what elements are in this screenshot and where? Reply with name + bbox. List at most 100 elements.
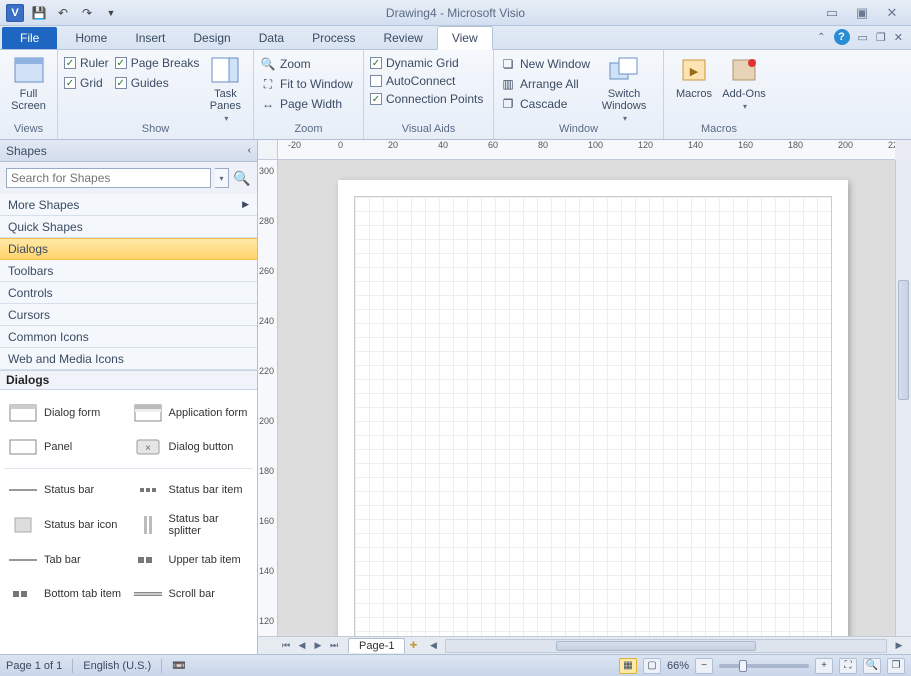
page-tab-1[interactable]: Page-1: [348, 638, 405, 653]
horizontal-scrollbar[interactable]: [445, 639, 887, 653]
hscroll-left[interactable]: ◀: [425, 638, 441, 654]
undo-button[interactable]: ↶: [52, 3, 74, 23]
tab-data[interactable]: Data: [245, 27, 298, 49]
close-icon: ✕: [887, 5, 898, 20]
switch-windows-button[interactable]: Switch Windows: [596, 52, 652, 123]
shape-bottom-tab-item[interactable]: Bottom tab item: [4, 577, 129, 611]
horizontal-ruler[interactable]: -20020406080100120140160180200220: [278, 140, 895, 160]
zoom-slider[interactable]: [719, 664, 809, 668]
page-width-button[interactable]: ↔Page Width: [260, 96, 353, 112]
vertical-scroll-thumb[interactable]: [898, 280, 909, 400]
mdi-close[interactable]: ✕: [894, 31, 903, 44]
stencil-dialogs[interactable]: Dialogs: [0, 238, 257, 260]
stencil-cursors[interactable]: Cursors: [0, 304, 257, 326]
tab-file[interactable]: File: [2, 27, 57, 49]
tab-insert[interactable]: Insert: [121, 27, 179, 49]
macro-record-button[interactable]: 📼: [172, 659, 186, 672]
new-window-button[interactable]: ❏New Window: [500, 56, 590, 72]
status-language[interactable]: English (U.S.): [83, 660, 151, 672]
page-nav-first[interactable]: ⏮: [278, 638, 294, 654]
stencil-quick-shapes[interactable]: Quick Shapes: [0, 216, 257, 238]
stencil-common-icons[interactable]: Common Icons: [0, 326, 257, 348]
ruler-checkbox[interactable]: ✓Ruler: [64, 56, 109, 70]
insert-page-button[interactable]: ✚: [405, 638, 421, 654]
tab-review[interactable]: Review: [369, 27, 436, 49]
stencil-web-media-icons[interactable]: Web and Media Icons: [0, 348, 257, 370]
save-button[interactable]: 💾: [28, 3, 50, 23]
page-nav-prev[interactable]: ◀: [294, 638, 310, 654]
shape-status-bar-splitter[interactable]: Status bar splitter: [129, 507, 254, 543]
arrange-all-button[interactable]: ▥Arrange All: [500, 76, 590, 92]
cascade-button[interactable]: ❐Cascade: [500, 96, 590, 112]
task-panes-button[interactable]: Task Panes: [205, 52, 245, 123]
page-nav-last[interactable]: ⏭: [326, 638, 342, 654]
pan-zoom-window-button[interactable]: 🔍: [863, 658, 881, 674]
redo-button[interactable]: ↷: [76, 3, 98, 23]
page-width-icon: ↔: [260, 96, 276, 112]
guides-checkbox[interactable]: ✓Guides: [115, 76, 200, 90]
shape-application-form[interactable]: Application form: [129, 396, 254, 430]
shape-status-bar[interactable]: Status bar: [4, 473, 129, 507]
shape-scroll-bar[interactable]: Scroll bar: [129, 577, 254, 611]
shape-status-bar-item[interactable]: Status bar item: [129, 473, 254, 507]
zoom-level[interactable]: 66%: [667, 660, 689, 672]
shape-panel[interactable]: Panel: [4, 430, 129, 464]
drawing-page[interactable]: [338, 180, 848, 636]
mdi-minimize[interactable]: ▭: [858, 31, 868, 44]
app-menu-button[interactable]: V: [4, 3, 26, 23]
view-fullscreen-button[interactable]: ▢: [643, 658, 661, 674]
canvas-viewport[interactable]: [278, 160, 895, 636]
macros-button[interactable]: ▶ Macros: [672, 52, 716, 100]
mdi-restore[interactable]: ❐: [876, 31, 886, 44]
close-button[interactable]: ✕: [883, 5, 901, 21]
shape-thumb-icon: [8, 436, 38, 458]
qat-customize[interactable]: ▼: [100, 3, 122, 23]
stencil-controls[interactable]: Controls: [0, 282, 257, 304]
page-nav-next[interactable]: ▶: [310, 638, 326, 654]
shapes-search-go[interactable]: 🔍: [233, 169, 251, 187]
shape-label: Panel: [44, 441, 72, 453]
stencil-more-shapes[interactable]: More Shapes▶: [0, 194, 257, 216]
zoom-button[interactable]: 🔍Zoom: [260, 56, 353, 72]
dynamic-grid-checkbox[interactable]: ✓Dynamic Grid: [370, 56, 483, 70]
shape-status-bar-icon[interactable]: Status bar icon: [4, 507, 129, 543]
ribbon-minimize-arrow[interactable]: ⌃: [817, 32, 825, 43]
vertical-ruler[interactable]: 300280260240220200180160140120: [258, 160, 278, 636]
addons-button[interactable]: Add-Ons: [722, 52, 766, 111]
shape-label: Scroll bar: [169, 588, 215, 600]
shape-dialog-button[interactable]: ×Dialog button: [129, 430, 254, 464]
page-grid: [354, 196, 832, 636]
horizontal-scroll-thumb[interactable]: [556, 641, 756, 651]
shapes-search-input[interactable]: [6, 168, 211, 188]
maximize-button[interactable]: ▣: [853, 5, 871, 21]
minimize-button[interactable]: ▭: [823, 5, 841, 21]
shapes-search-scope[interactable]: ▾: [215, 168, 229, 188]
zoom-slider-thumb[interactable]: [739, 660, 747, 672]
help-button[interactable]: ?: [834, 29, 850, 45]
grid-checkbox[interactable]: ✓Grid: [64, 76, 109, 90]
autoconnect-checkbox[interactable]: AutoConnect: [370, 74, 483, 88]
shape-tab-bar[interactable]: Tab bar: [4, 543, 129, 577]
page-breaks-checkbox[interactable]: ✓Page Breaks: [115, 56, 200, 70]
tab-view[interactable]: View: [437, 26, 493, 50]
group-label-show: Show: [64, 123, 247, 139]
zoom-out-button[interactable]: −: [695, 658, 713, 674]
shape-upper-tab-item[interactable]: Upper tab item: [129, 543, 254, 577]
connection-points-checkbox[interactable]: ✓Connection Points: [370, 92, 483, 106]
shapes-pane-collapse[interactable]: ‹: [248, 145, 251, 156]
tab-design[interactable]: Design: [179, 27, 244, 49]
tab-home[interactable]: Home: [61, 27, 121, 49]
tab-process[interactable]: Process: [298, 27, 369, 49]
page-tab-bar: ⏮ ◀ ▶ ⏭ Page-1 ✚ ◀ ▶: [258, 636, 911, 654]
shape-dialog-form[interactable]: Dialog form: [4, 396, 129, 430]
switch-windows-status-button[interactable]: ❐: [887, 658, 905, 674]
full-screen-button[interactable]: Full Screen: [7, 52, 51, 112]
fit-to-window-button[interactable]: ⛶Fit to Window: [260, 76, 353, 92]
stencil-toolbars[interactable]: Toolbars: [0, 260, 257, 282]
hscroll-right[interactable]: ▶: [891, 638, 907, 654]
shape-label: Dialog form: [44, 407, 100, 419]
zoom-in-button[interactable]: +: [815, 658, 833, 674]
view-normal-button[interactable]: ▦: [619, 658, 637, 674]
vertical-scrollbar[interactable]: [895, 160, 911, 636]
fit-page-button[interactable]: ⛶: [839, 658, 857, 674]
